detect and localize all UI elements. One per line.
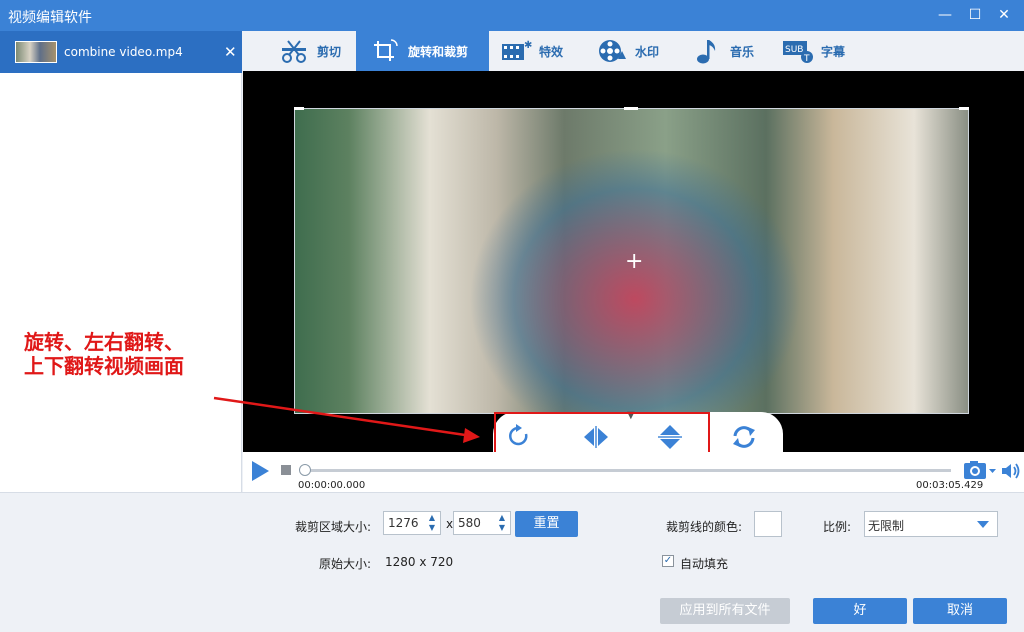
edit-toolbar: 剪切 旋转和裁剪 ✱ 特效 水印 音乐 SUB T 字幕 (243, 31, 1024, 71)
play-icon (252, 461, 269, 481)
crosshair-icon: + (625, 249, 644, 274)
crop-handle-top-left[interactable] (294, 107, 304, 110)
minimize-button[interactable]: — (936, 6, 954, 24)
watermark-icon (595, 36, 629, 66)
playback-bar: 00:00:00.000 00:03:05.429 (243, 452, 1024, 492)
title-bar: 视频编辑软件 — ☐ ✕ (0, 0, 1024, 31)
reset-button[interactable]: 重置 (515, 511, 578, 537)
crop-height-value: 580 (458, 516, 481, 530)
subtitle-icon: SUB T (781, 36, 815, 66)
file-name: combine video.mp4 (64, 45, 183, 59)
scissors-icon (277, 36, 311, 66)
ok-button[interactable]: 好 (813, 598, 907, 624)
crop-handle-top-right[interactable] (959, 107, 969, 110)
svg-text:SUB: SUB (785, 45, 803, 55)
video-preview: + ▼ (243, 71, 1024, 452)
original-size-value: 1280 x 720 (385, 555, 454, 569)
video-frame[interactable]: + (294, 108, 969, 414)
snapshot-button[interactable] (963, 460, 997, 483)
tab-cut[interactable]: 剪切 (277, 31, 341, 71)
crop-height-input[interactable]: 580 ▲ ▼ (453, 511, 511, 535)
crop-handle-top[interactable] (624, 107, 638, 110)
close-window-button[interactable]: ✕ (995, 6, 1013, 24)
crop-width-value: 1276 (388, 516, 419, 530)
seek-thumb[interactable] (299, 464, 311, 476)
tab-rotate-crop[interactable]: 旋转和裁剪 (356, 31, 489, 71)
seek-track[interactable] (303, 469, 951, 472)
tab-rotate-crop-label: 旋转和裁剪 (408, 44, 469, 59)
svg-text:T: T (803, 54, 810, 64)
camera-icon (964, 461, 996, 479)
volume-button[interactable] (1001, 462, 1021, 483)
tab-effects[interactable]: ✱ 特效 (499, 31, 563, 71)
crop-width-input[interactable]: 1276 ▲ ▼ (383, 511, 441, 535)
volume-icon (1002, 463, 1020, 479)
tab-subtitle[interactable]: SUB T 字幕 (781, 31, 845, 71)
dropdown-arrow-icon (977, 521, 989, 528)
ratio-value: 无限制 (868, 519, 905, 533)
video-thumbnail (15, 41, 57, 63)
tab-watermark[interactable]: 水印 (595, 31, 659, 71)
tab-music-label: 音乐 (730, 44, 755, 59)
tab-cut-label: 剪切 (317, 44, 342, 59)
music-note-icon (690, 36, 724, 66)
autofill-label: 自动填充 (680, 557, 729, 571)
cancel-button[interactable]: 取消 (913, 598, 1007, 624)
refresh-icon (733, 426, 755, 448)
apply-all-button[interactable]: 应用到所有文件 (660, 598, 790, 624)
tab-subtitle-label: 字幕 (821, 44, 846, 59)
annotation-line-2: 上下翻转视频画面 (24, 354, 184, 378)
tab-watermark-label: 水印 (635, 44, 660, 59)
crop-rotate-icon (368, 36, 402, 66)
maximize-button[interactable]: ☐ (966, 6, 984, 24)
crop-settings-panel: 裁剪区域大小: 1276 ▲ ▼ x 580 ▲ ▼ 重置 原始大小: 1280 x… (0, 492, 1024, 632)
autofill-checkbox[interactable]: ✓ (662, 555, 674, 567)
play-button[interactable] (249, 460, 271, 485)
tab-effects-label: 特效 (539, 44, 564, 59)
svg-text:✱: ✱ (524, 40, 532, 51)
file-tab[interactable]: combine video.mp4 ✕ (0, 31, 242, 73)
original-size-label: 原始大小: (319, 557, 372, 571)
annotation-text: 旋转、左右翻转、 上下翻转视频画面 (24, 330, 184, 378)
ratio-select[interactable]: 无限制 (864, 511, 998, 537)
height-spinner-icon[interactable]: ▲ ▼ (496, 513, 508, 533)
annotation-line-1: 旋转、左右翻转、 (24, 330, 184, 354)
ratio-label: 比例: (823, 520, 852, 534)
tab-music[interactable]: 音乐 (690, 31, 754, 71)
stop-button[interactable] (281, 465, 291, 475)
file-list-panel: combine video.mp4 ✕ (0, 31, 242, 492)
crop-line-color-picker[interactable] (754, 511, 782, 537)
close-file-icon[interactable]: ✕ (224, 43, 237, 61)
window-title: 视频编辑软件 (8, 10, 92, 26)
crop-line-color-label: 裁剪线的颜色: (666, 520, 743, 534)
width-spinner-icon[interactable]: ▲ ▼ (426, 513, 438, 533)
current-time: 00:00:00.000 (298, 480, 366, 491)
reset-transform-button[interactable] (729, 423, 759, 451)
film-effects-icon: ✱ (499, 36, 533, 66)
crop-area-label: 裁剪区域大小: (295, 520, 372, 534)
